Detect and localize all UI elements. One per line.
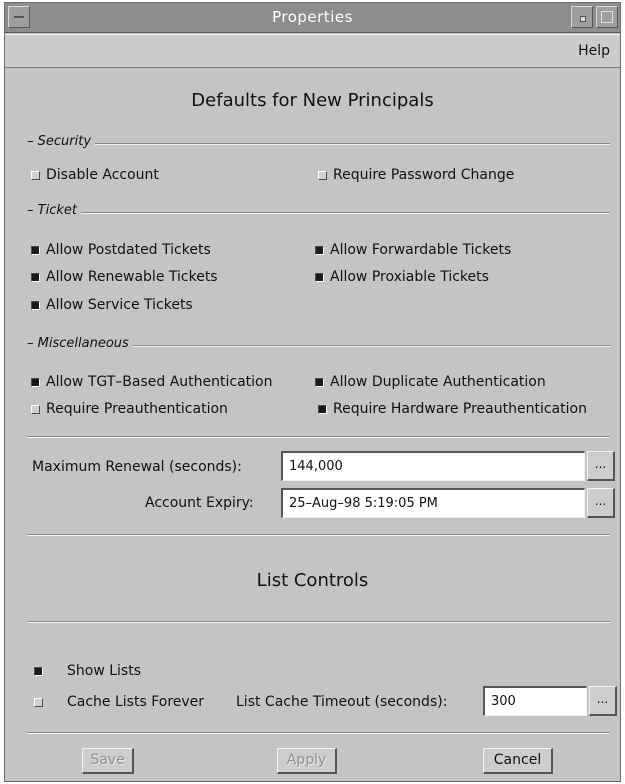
account-expiry-label: Account Expiry:: [145, 495, 254, 511]
menu-bar: Help: [5, 34, 620, 68]
help-menu[interactable]: Help: [578, 43, 610, 59]
checkbox-icon: [31, 377, 40, 387]
maximum-renewal-label: Maximum Renewal (seconds):: [32, 459, 242, 475]
list-controls-bottom-separator: [27, 621, 610, 623]
properties-window: Properties Help Defaults for New Princip…: [4, 2, 621, 782]
list-cache-timeout-input[interactable]: [483, 686, 587, 716]
account-expiry-browse-button[interactable]: ...: [587, 488, 615, 518]
checkbox-icon: [315, 272, 324, 282]
ticket-separator: [27, 212, 610, 214]
security-section-label: Security: [27, 134, 96, 149]
show-lists-checkbox[interactable]: Show Lists: [34, 663, 141, 679]
checkbox-icon: [318, 170, 327, 180]
list-cache-timeout-label: List Cache Timeout (seconds):: [236, 694, 448, 710]
checkbox-icon: [315, 245, 324, 255]
maximum-renewal-browse-button[interactable]: ...: [587, 451, 615, 481]
checkbox-icon: [34, 697, 43, 707]
checkbox-icon: [31, 300, 40, 310]
defaults-heading: Defaults for New Principals: [191, 90, 434, 111]
miscellaneous-section-label: Miscellaneous: [27, 336, 133, 351]
properties-content: Defaults for New Principals Security Dis…: [5, 68, 620, 781]
allow-proxiable-tickets-checkbox[interactable]: Allow Proxiable Tickets: [315, 269, 489, 285]
allow-duplicate-authentication-checkbox[interactable]: Allow Duplicate Authentication: [315, 374, 546, 390]
require-password-change-checkbox[interactable]: Require Password Change: [318, 167, 514, 183]
account-expiry-input[interactable]: [281, 488, 585, 518]
minimize-icon[interactable]: [571, 6, 593, 28]
save-button[interactable]: Save: [82, 748, 134, 774]
allow-forwardable-tickets-checkbox[interactable]: Allow Forwardable Tickets: [315, 242, 511, 258]
checkbox-icon: [318, 404, 327, 414]
checkbox-icon: [31, 245, 40, 255]
list-controls-heading: List Controls: [256, 570, 369, 591]
title-bar[interactable]: Properties: [5, 3, 620, 33]
checkbox-icon: [31, 404, 40, 414]
disable-account-checkbox[interactable]: Disable Account: [31, 167, 159, 183]
buttons-separator: [27, 732, 610, 734]
maximize-icon[interactable]: [596, 6, 618, 28]
allow-tgt-based-authentication-checkbox[interactable]: Allow TGT–Based Authentication: [31, 374, 272, 390]
require-hardware-preauthentication-checkbox[interactable]: Require Hardware Preauthentication: [318, 401, 587, 417]
checkbox-icon: [31, 272, 40, 282]
checkbox-icon: [315, 377, 324, 387]
apply-button[interactable]: Apply: [277, 748, 337, 774]
fields-separator: [27, 436, 610, 438]
list-controls-top-separator: [27, 534, 610, 536]
list-cache-timeout-browse-button[interactable]: ...: [589, 686, 617, 716]
checkbox-icon: [34, 666, 43, 676]
ticket-section-label: Ticket: [27, 203, 81, 218]
maximum-renewal-input[interactable]: [281, 451, 585, 481]
allow-postdated-tickets-checkbox[interactable]: Allow Postdated Tickets: [31, 242, 211, 258]
cache-lists-forever-checkbox[interactable]: Cache Lists Forever: [34, 694, 204, 710]
checkbox-icon: [31, 170, 40, 180]
cancel-button[interactable]: Cancel: [483, 748, 553, 774]
window-title: Properties: [272, 8, 353, 26]
allow-renewable-tickets-checkbox[interactable]: Allow Renewable Tickets: [31, 269, 218, 285]
allow-service-tickets-checkbox[interactable]: Allow Service Tickets: [31, 297, 193, 313]
require-preauthentication-checkbox[interactable]: Require Preauthentication: [31, 401, 228, 417]
security-separator: [27, 143, 610, 145]
